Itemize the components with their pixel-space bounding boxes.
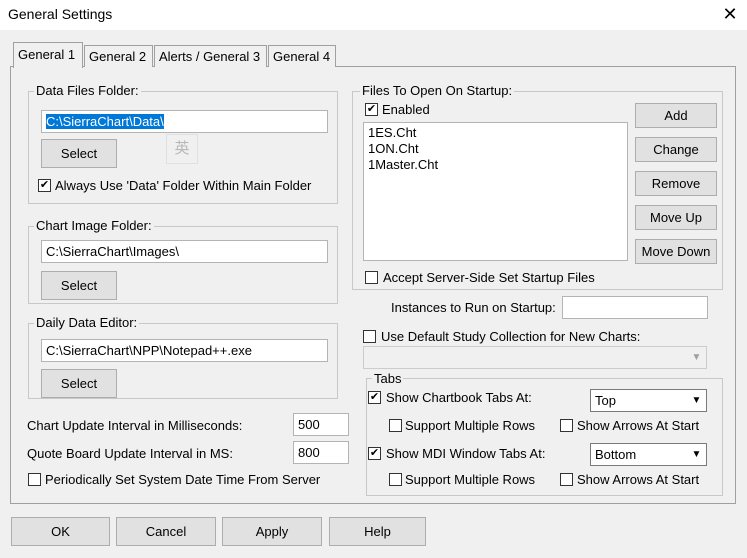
chartbook-arrows-checkbox[interactable] [560,419,573,432]
chartbook-multi-rows-checkbox[interactable] [389,419,402,432]
mdi-tabs-position-value: Bottom [595,447,637,462]
chartbook-arrows-label: Show Arrows At Start [577,418,700,433]
startup-enabled-label: Enabled [382,102,430,117]
change-file-button[interactable]: Change [635,137,717,162]
chart-image-path-input[interactable]: C:\SierraChart\Images\ [41,240,328,263]
startup-files-label: Files To Open On Startup: [360,83,515,98]
window-title: General Settings [8,6,113,22]
mdi-arrows-checkbox[interactable] [560,473,573,486]
instances-input[interactable] [562,296,708,319]
ime-indicator: 英 [166,134,198,164]
tabs-group-label: Tabs [372,371,404,386]
chevron-down-icon: ▼ [691,352,702,363]
chartbook-tabs-position-value: Top [595,393,616,408]
tab-alerts-general-3[interactable]: Alerts / General 3 [154,45,267,67]
close-icon[interactable]: ✕ [718,2,742,26]
startup-enabled-checkbox[interactable]: ✔ [365,103,378,116]
periodic-time-label: Periodically Set System Date Time From S… [45,472,321,487]
daily-editor-select-button[interactable]: Select [41,369,117,398]
chart-image-select-button[interactable]: Select [41,271,117,300]
chart-update-interval-label: Chart Update Interval in Milliseconds: [27,418,243,433]
tab-general-4[interactable]: General 4 [268,45,336,67]
data-files-label: Data Files Folder: [34,83,141,98]
chartbook-tabs-position-select[interactable]: Top ▼ [590,389,707,412]
chart-image-label: Chart Image Folder: [34,218,154,233]
daily-editor-path-input[interactable]: C:\SierraChart\NPP\Notepad++.exe [41,339,328,362]
chartbook-multi-rows-label: Support Multiple Rows [405,418,536,433]
instances-label: Instances to Run on Startup: [391,300,556,315]
mdi-arrows-label: Show Arrows At Start [577,472,700,487]
mdi-tabs-label: Show MDI Window Tabs At: [386,446,546,461]
chartbook-tabs-checkbox[interactable]: ✔ [368,391,381,404]
default-study-checkbox[interactable] [363,330,376,343]
chevron-down-icon: ▼ [691,449,702,460]
list-item[interactable]: 1Master.Cht [368,157,438,172]
quote-board-interval-label: Quote Board Update Interval in MS: [27,446,233,461]
chartbook-tabs-label: Show Chartbook Tabs At: [386,390,532,405]
tab-general-1[interactable]: General 1 [13,42,83,68]
quote-board-interval-input[interactable]: 800 [293,441,349,464]
startup-files-list[interactable]: 1ES.Cht 1ON.Cht 1Master.Cht [363,122,628,261]
cancel-button[interactable]: Cancel [116,517,216,546]
tab-general-2[interactable]: General 2 [84,45,153,67]
mdi-tabs-checkbox[interactable]: ✔ [368,447,381,460]
chevron-down-icon: ▼ [691,395,702,406]
mdi-multi-rows-checkbox[interactable] [389,473,402,486]
periodic-time-checkbox[interactable] [28,473,41,486]
always-use-data-label: Always Use 'Data' Folder Within Main Fol… [55,178,312,193]
data-files-select-button[interactable]: Select [41,139,117,168]
apply-button[interactable]: Apply [222,517,322,546]
server-side-startup-label: Accept Server-Side Set Startup Files [383,270,595,285]
data-files-path-input[interactable]: C:\SierraChart\Data\ [41,110,328,133]
always-use-data-checkbox[interactable]: ✔ [38,179,51,192]
move-down-button[interactable]: Move Down [635,239,717,264]
chart-update-interval-input[interactable]: 500 [293,413,349,436]
mdi-multi-rows-label: Support Multiple Rows [405,472,536,487]
list-item[interactable]: 1ES.Cht [368,125,416,140]
list-item[interactable]: 1ON.Cht [368,141,419,156]
daily-editor-label: Daily Data Editor: [34,315,140,330]
server-side-startup-checkbox[interactable] [365,271,378,284]
remove-file-button[interactable]: Remove [635,171,717,196]
default-study-select[interactable]: ▼ [363,346,707,369]
ok-button[interactable]: OK [11,517,110,546]
add-file-button[interactable]: Add [635,103,717,128]
mdi-tabs-position-select[interactable]: Bottom ▼ [590,443,707,466]
default-study-label: Use Default Study Collection for New Cha… [381,329,641,344]
move-up-button[interactable]: Move Up [635,205,717,230]
help-button[interactable]: Help [329,517,426,546]
